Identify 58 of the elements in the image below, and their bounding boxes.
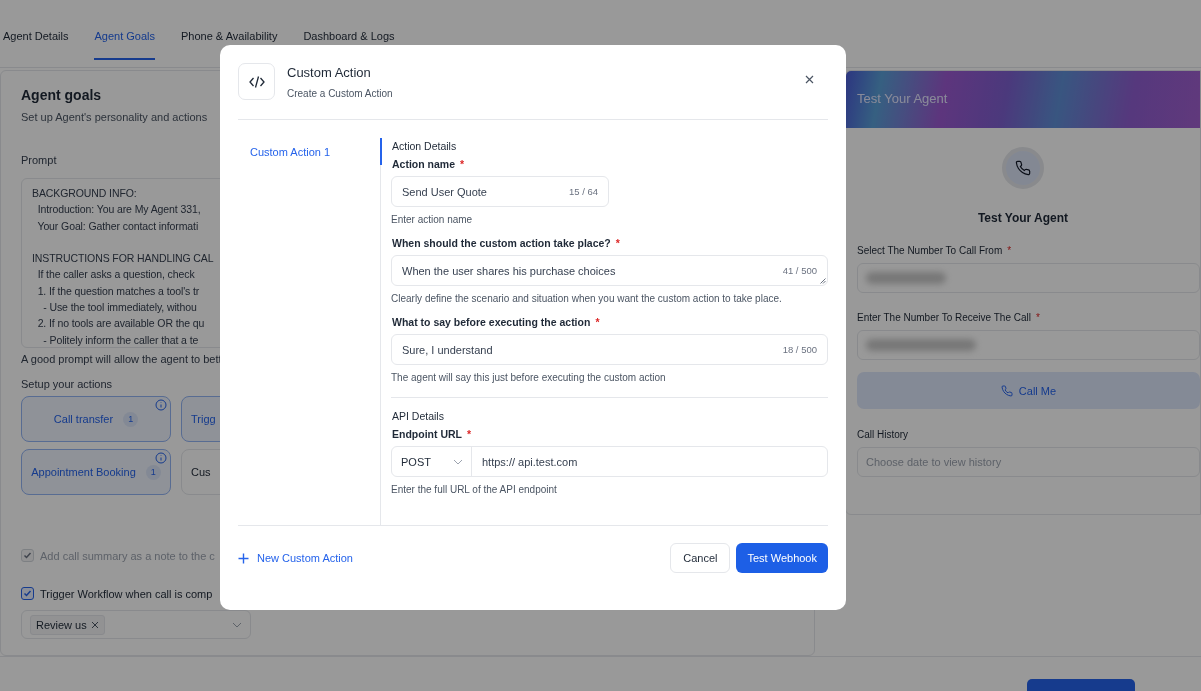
tab[interactable]: Agent Details xyxy=(3,30,69,60)
field-hint: The agent will say this just before executing the custom action xyxy=(391,371,667,385)
tab[interactable]: Agent Goals xyxy=(94,30,155,60)
required-mark: * xyxy=(1036,312,1040,323)
field-label: Enter The Number To Receive The Call * xyxy=(857,312,1041,323)
test-webhook-button[interactable]: Test Webhook xyxy=(736,543,828,573)
field-value: Sure, I understand xyxy=(402,343,493,356)
input-field[interactable]: Sure, I understand 18 / 500 xyxy=(391,334,828,365)
endpoint-field[interactable]: POST https:// api.test.com xyxy=(391,446,828,477)
field-label: Endpoint URL * xyxy=(391,428,473,440)
action-card[interactable]: Call transfer 1 xyxy=(21,396,171,443)
text-area[interactable]: When the user shares his purchase choices 41 / 500 xyxy=(391,255,828,286)
panel-title: Agent goals xyxy=(21,87,102,103)
action-card[interactable]: Appointment Booking 1 xyxy=(21,449,171,496)
tag-label: Review us xyxy=(36,618,87,631)
actions-label: Setup your actions xyxy=(21,378,113,391)
panel-subtitle: Set up Agent's personality and actions xyxy=(21,111,208,123)
call-me-button[interactable]: Call Me xyxy=(857,372,1200,409)
input-field[interactable]: Send User Quote 15 / 64 xyxy=(391,176,609,207)
field-hint: Clearly define the scenario and situation when you want the custom action to take place. xyxy=(391,292,783,306)
required-mark: * xyxy=(1007,245,1012,256)
section-title: API Details xyxy=(391,410,445,422)
dialog-subtitle: Create a Custom Action xyxy=(287,88,393,99)
dialog-title: Custom Action xyxy=(287,65,372,80)
field-hint: Enter action name xyxy=(391,213,474,227)
method-select[interactable]: POST xyxy=(392,447,472,476)
card-title: Test Your Agent xyxy=(976,211,1070,225)
nav-item[interactable]: Custom Action 1 xyxy=(250,146,380,158)
field-value: Send User Quote xyxy=(402,185,487,198)
field-hint: Enter the full URL of the API endpoint xyxy=(391,483,558,497)
field-label: Select The Number To Call From * xyxy=(857,245,1013,256)
action-label: Cus xyxy=(191,466,211,479)
character-count: 41 / 500 xyxy=(782,265,817,276)
field-label: Call History xyxy=(857,429,910,440)
workflow-select[interactable]: Review us xyxy=(21,610,251,639)
count-badge: 1 xyxy=(123,411,139,427)
required-mark: * xyxy=(595,316,600,328)
field-value: When the user shares his purchase choices xyxy=(402,264,616,277)
cancel-button[interactable]: Cancel xyxy=(670,543,731,573)
prompt-hint: A good prompt will allow the agent to bett xyxy=(21,353,222,366)
required-mark: * xyxy=(615,237,620,249)
count-badge: 1 xyxy=(145,464,161,480)
banner-title: Test Your Agent xyxy=(846,71,1200,128)
character-count: 18 / 500 xyxy=(782,344,817,355)
new-custom-action-button[interactable]: New Custom Action xyxy=(238,552,353,564)
field-label: Action name * xyxy=(391,158,466,170)
action-label: Appointment Booking xyxy=(31,466,136,479)
field-label: What to say before executing the action * xyxy=(391,316,601,328)
field-label: When should the custom action take place? * xyxy=(391,237,621,249)
action-label: Call transfer xyxy=(53,413,114,426)
prompt-label: Prompt xyxy=(21,153,57,166)
character-count: 15 / 64 xyxy=(568,186,598,197)
checkbox-label: Trigger Workflow when call is comp xyxy=(40,587,213,600)
section-title: Action Details xyxy=(391,140,458,152)
action-label: Trigg xyxy=(191,413,216,426)
required-mark: * xyxy=(460,158,465,170)
required-mark: * xyxy=(467,428,472,440)
field-value: https:// api.test.com xyxy=(481,455,578,468)
